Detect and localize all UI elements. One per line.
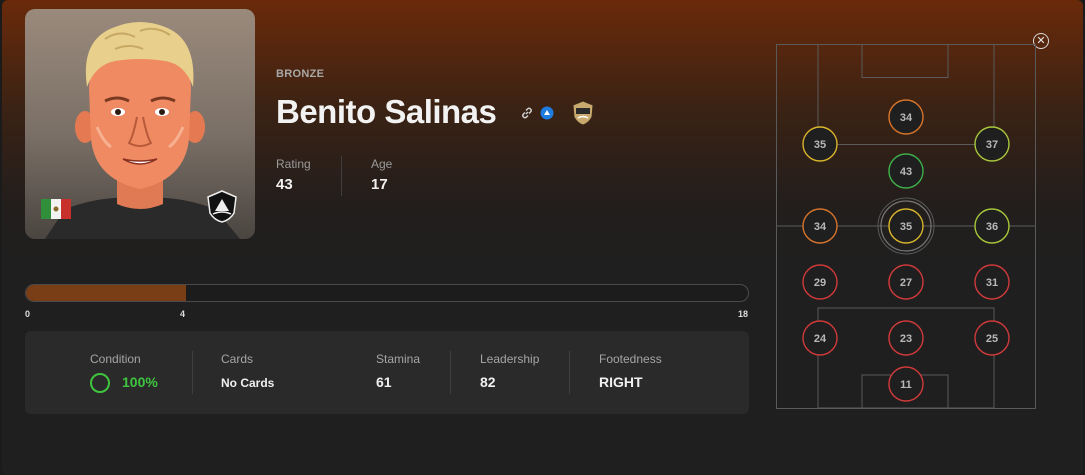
age-value: 17: [371, 176, 388, 193]
player-tier: BRONZE: [276, 68, 325, 80]
progress-current-label: 4: [180, 309, 186, 319]
position-rating: 34: [900, 112, 913, 124]
position-marker[interactable]: 34: [802, 208, 838, 244]
position-markers: 34 35 37 43 34 35 36 29 27 31 24 23 25 11: [802, 99, 1010, 402]
player-info-panel: [25, 331, 749, 414]
position-marker[interactable]: 11: [888, 366, 924, 402]
position-marker[interactable]: 34: [888, 99, 924, 135]
leadership-label: Leadership: [480, 352, 540, 366]
position-rating: 23: [900, 333, 912, 345]
position-rating: 24: [814, 333, 827, 345]
position-rating: 27: [900, 277, 912, 289]
condition-value: 100%: [122, 374, 158, 390]
position-rating: 36: [986, 221, 998, 233]
level-progress-fill: [26, 285, 187, 301]
info-divider: [569, 351, 570, 394]
club-crest-icon: [207, 190, 237, 223]
stamina-value: 61: [376, 374, 392, 390]
position-rating: 34: [814, 221, 827, 233]
position-rating: 11: [900, 379, 912, 391]
footedness-label: Footedness: [599, 352, 662, 366]
position-marker[interactable]: 29: [802, 264, 838, 300]
info-divider: [450, 351, 451, 394]
cards-value: No Cards: [221, 376, 275, 390]
progress-max-label: 18: [738, 309, 749, 319]
position-pitch: 34 35 37 43 34 35 36 29 27 31 24 23 25 11: [776, 44, 1036, 409]
stamina-label: Stamina: [376, 352, 421, 366]
position-marker[interactable]: 31: [974, 264, 1010, 300]
blue-badge-icon: [540, 106, 554, 120]
position-marker[interactable]: 24: [802, 320, 838, 356]
position-marker[interactable]: 23: [888, 320, 924, 356]
player-name: Benito Salinas: [276, 93, 497, 130]
club-logo-icon: [572, 100, 594, 126]
name-icons: [520, 100, 596, 126]
cards-label: Cards: [221, 352, 254, 366]
progress-min-label: 0: [25, 309, 31, 319]
position-marker[interactable]: 25: [974, 320, 1010, 356]
position-rating: 35: [900, 221, 912, 233]
mexico-flag-icon: [41, 199, 71, 219]
rating-value: 43: [276, 176, 293, 193]
footedness-value: RIGHT: [599, 374, 643, 390]
position-rating: 29: [814, 277, 826, 289]
leadership-value: 82: [480, 374, 496, 390]
level-progress-bar: [25, 284, 749, 302]
position-marker[interactable]: 27: [888, 264, 924, 300]
condition-label: Condition: [90, 352, 141, 366]
position-marker[interactable]: 36: [974, 208, 1010, 244]
position-marker[interactable]: 43: [888, 153, 924, 189]
link-icon[interactable]: [520, 106, 534, 120]
position-marker[interactable]: 37: [974, 126, 1010, 162]
rating-label: Rating: [276, 157, 311, 171]
position-rating: 37: [986, 139, 998, 151]
position-marker[interactable]: 35: [880, 200, 932, 252]
position-rating: 43: [900, 166, 912, 178]
info-divider: [192, 351, 193, 394]
age-label: Age: [371, 157, 393, 171]
position-marker[interactable]: 35: [802, 126, 838, 162]
stat-divider: [341, 156, 342, 196]
condition-ring-icon: [90, 373, 110, 393]
player-avatar: [25, 9, 255, 239]
position-rating: 31: [986, 277, 998, 289]
position-rating: 25: [986, 333, 998, 345]
position-rating: 35: [814, 139, 826, 151]
